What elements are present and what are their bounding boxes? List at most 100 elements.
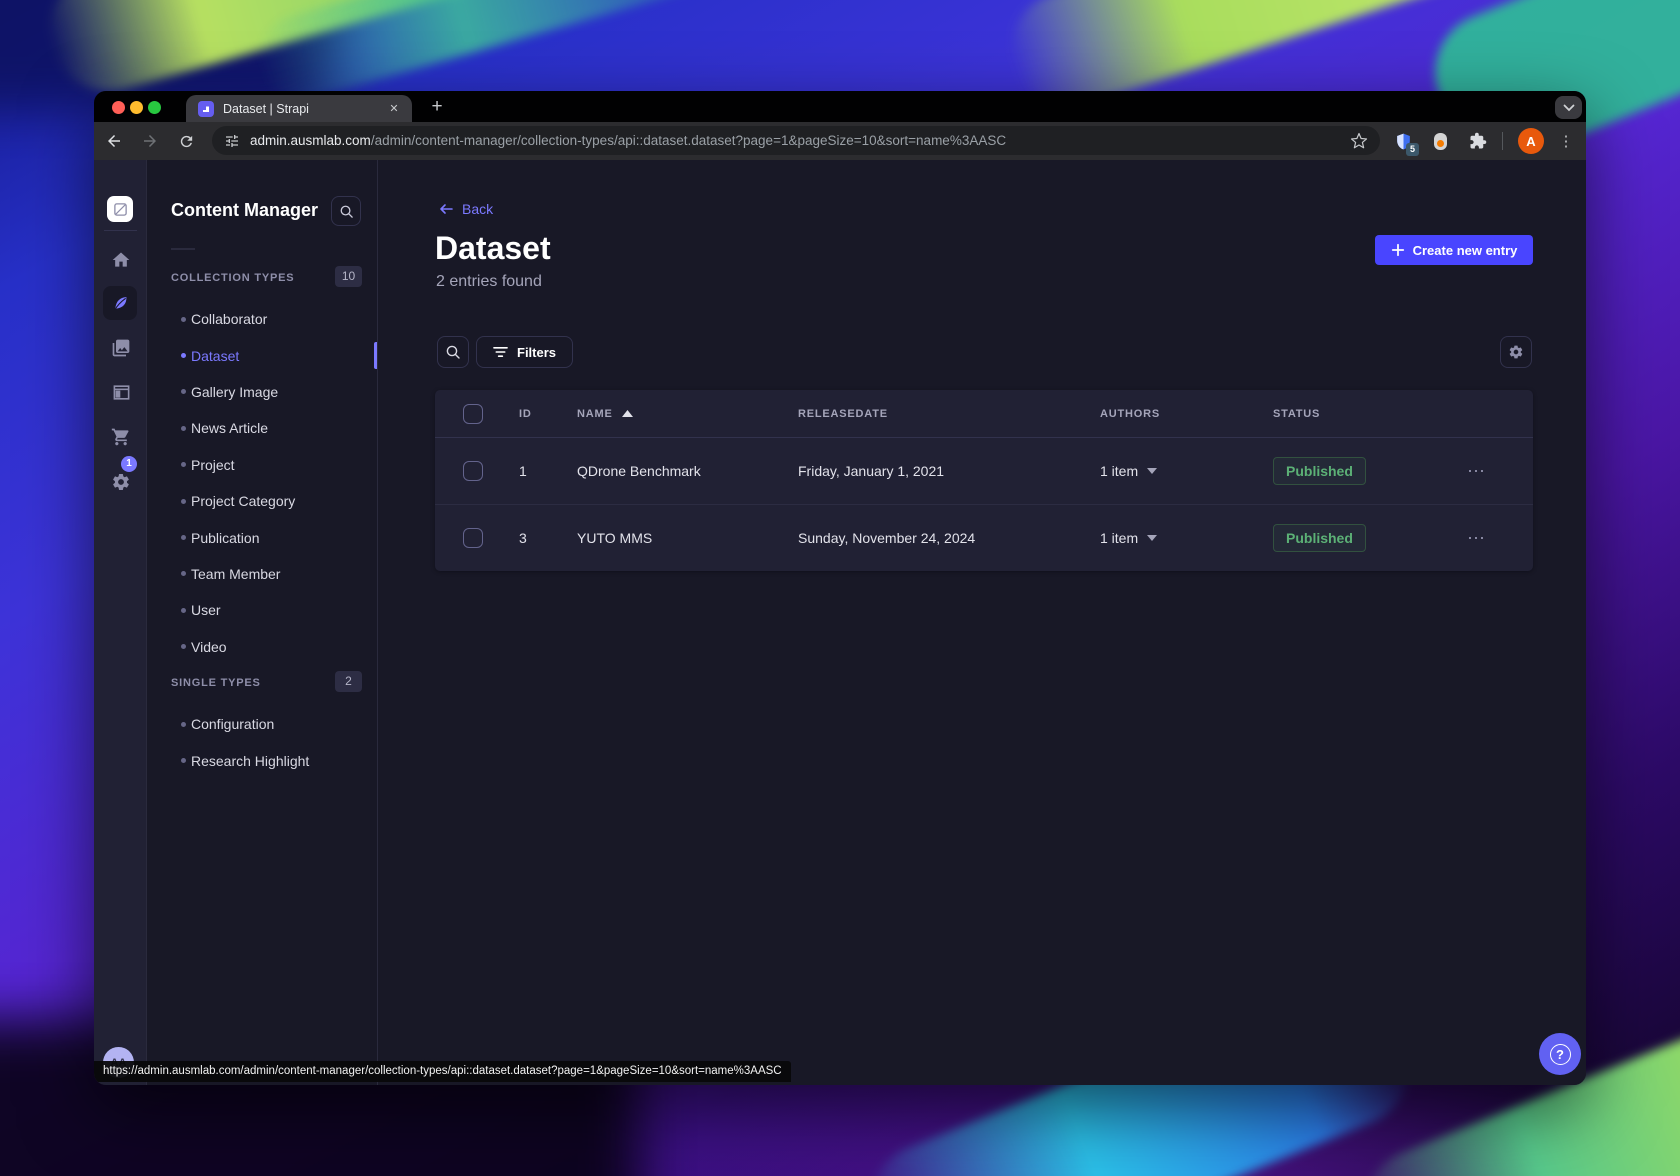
back-arrow-icon — [440, 204, 453, 214]
bullet-icon — [181, 425, 186, 431]
extensions-puzzle-icon[interactable] — [1466, 129, 1490, 153]
column-header-releasedate[interactable]: RELEASEDATE — [798, 408, 1100, 420]
active-item-indicator — [374, 342, 377, 369]
tab-close-icon[interactable]: ✕ — [386, 101, 402, 117]
bullet-icon — [181, 607, 186, 613]
orange-dot-extension-icon[interactable] — [1428, 129, 1452, 153]
column-header-status[interactable]: STATUS — [1273, 408, 1465, 420]
browser-menu-icon[interactable]: ⋮ — [1554, 129, 1578, 153]
forward-button[interactable] — [138, 129, 162, 153]
cell-authors[interactable]: 1 item — [1100, 530, 1273, 546]
collection-types-list: Collaborator Dataset Gallery Image News … — [148, 301, 378, 665]
media-library-icon[interactable] — [110, 337, 132, 359]
bullet-icon — [181, 316, 186, 322]
column-header-authors[interactable]: AUTHORS — [1100, 408, 1273, 420]
traffic-light-close[interactable] — [112, 101, 125, 114]
cell-releasedate: Friday, January 1, 2021 — [798, 463, 945, 479]
sidebar-item-label: Gallery Image — [191, 383, 279, 400]
filters-label: Filters — [517, 344, 557, 360]
main-content: Back Dataset 2 entries found Create new … — [378, 160, 1586, 1085]
entries-count: 2 entries found — [436, 273, 542, 290]
sidebar-item-configuration[interactable]: Configuration — [148, 706, 378, 742]
row-actions-icon[interactable]: ⋯ — [1465, 529, 1486, 547]
sidebar-search-button[interactable] — [331, 196, 361, 226]
column-header-name[interactable]: NAME — [577, 408, 798, 420]
back-button[interactable] — [102, 129, 126, 153]
home-icon[interactable] — [110, 249, 132, 271]
table-row[interactable]: 3 YUTO MMS Sunday, November 24, 2024 1 i… — [435, 504, 1533, 570]
site-settings-icon[interactable] — [224, 133, 240, 149]
search-icon — [446, 345, 460, 359]
sidebar-item-research-highlight[interactable]: Research Highlight — [148, 742, 378, 778]
sidebar-item-label: Video — [191, 638, 227, 655]
gear-icon — [1509, 345, 1523, 359]
new-tab-button[interactable]: + — [424, 95, 450, 121]
browser-profile-avatar[interactable]: A — [1518, 128, 1544, 154]
sidebar-item-project[interactable]: Project — [148, 447, 378, 483]
address-bar[interactable]: admin.ausmlab.com/admin/content-manager/… — [212, 126, 1380, 155]
workspace-logo[interactable] — [107, 196, 133, 222]
bullet-icon — [181, 535, 186, 541]
sidebar-item-publication[interactable]: Publication — [148, 519, 378, 555]
table-search-button[interactable] — [437, 336, 469, 368]
page-title: Dataset — [435, 230, 551, 266]
settings-notification-badge: 1 — [121, 456, 137, 472]
sidebar-item-gallery-image[interactable]: Gallery Image — [148, 374, 378, 410]
cell-status: Published — [1273, 457, 1465, 485]
collection-types-count-badge: 10 — [335, 266, 362, 287]
table-settings-button[interactable] — [1500, 336, 1532, 368]
single-types-count-badge: 2 — [335, 671, 362, 692]
bullet-icon — [181, 389, 186, 395]
select-all-checkbox[interactable] — [463, 403, 483, 424]
sidebar-item-dataset[interactable]: Dataset — [148, 337, 378, 373]
sidebar-item-collaborator[interactable]: Collaborator — [148, 301, 378, 337]
create-new-entry-button[interactable]: Create new entry — [1375, 235, 1533, 265]
bullet-icon — [181, 571, 186, 577]
browser-toolbar: admin.ausmlab.com/admin/content-manager/… — [94, 122, 1586, 160]
sidebar-title: Content Manager — [171, 200, 319, 220]
bullet-icon — [181, 353, 186, 359]
column-header-id[interactable]: ID — [519, 408, 577, 420]
single-types-header: SINGLE TYPES 2 — [148, 671, 378, 697]
sidebar-item-news-article[interactable]: News Article — [148, 410, 378, 446]
create-button-label: Create new entry — [1412, 242, 1518, 258]
row-checkbox[interactable] — [463, 461, 483, 481]
sidebar-item-project-category[interactable]: Project Category — [148, 483, 378, 519]
traffic-light-zoom[interactable] — [148, 101, 161, 114]
cell-name: QDrone Benchmark — [577, 463, 701, 479]
cell-id: 1 — [519, 463, 527, 479]
marketplace-cart-icon[interactable] — [110, 426, 132, 448]
tab-search-button[interactable] — [1555, 96, 1582, 119]
chevron-down-icon — [1147, 468, 1158, 474]
cell-authors[interactable]: 1 item — [1100, 463, 1273, 479]
cell-id: 3 — [519, 529, 527, 546]
chevron-down-icon — [1147, 534, 1158, 541]
shield-extension-icon[interactable]: 5 — [1391, 129, 1419, 156]
url-host: admin.ausmlab.com — [250, 133, 371, 148]
toolbar-separator — [1502, 132, 1503, 150]
bookmark-star-icon[interactable] — [1350, 132, 1368, 150]
table-row[interactable]: 1 QDrone Benchmark Friday, January 1, 20… — [435, 438, 1533, 504]
content-manager-feather-icon[interactable] — [103, 286, 137, 320]
reload-button[interactable] — [174, 129, 198, 153]
cell-releasedate: Sunday, November 24, 2024 — [798, 529, 976, 546]
back-link[interactable]: Back — [438, 201, 493, 217]
browser-tab[interactable]: Dataset | Strapi ✕ — [186, 95, 412, 122]
content-type-builder-icon[interactable] — [110, 381, 132, 403]
entries-table: ID NAME RELEASEDATE AUTHORS STATUS 1 QDr… — [435, 390, 1533, 571]
bullet-icon — [181, 758, 186, 764]
help-button[interactable]: ? — [1539, 1033, 1581, 1075]
filters-button[interactable]: Filters — [476, 336, 574, 368]
settings-gear-icon[interactable] — [110, 471, 132, 493]
sidebar-item-video[interactable]: Video — [148, 629, 378, 665]
main-nav-rail: 1 AA — [94, 160, 147, 1085]
url-text: admin.ausmlab.com/admin/content-manager/… — [250, 133, 1350, 148]
sidebar-item-label: Collaborator — [191, 311, 268, 328]
sidebar-item-team-member[interactable]: Team Member — [148, 556, 378, 592]
traffic-light-minimize[interactable] — [130, 101, 143, 114]
sidebar-item-label: Research Highlight — [191, 752, 310, 769]
filter-icon — [493, 346, 508, 358]
row-checkbox[interactable] — [463, 527, 483, 548]
sidebar-item-user[interactable]: User — [148, 592, 378, 628]
row-actions-icon[interactable]: ⋯ — [1465, 462, 1486, 480]
